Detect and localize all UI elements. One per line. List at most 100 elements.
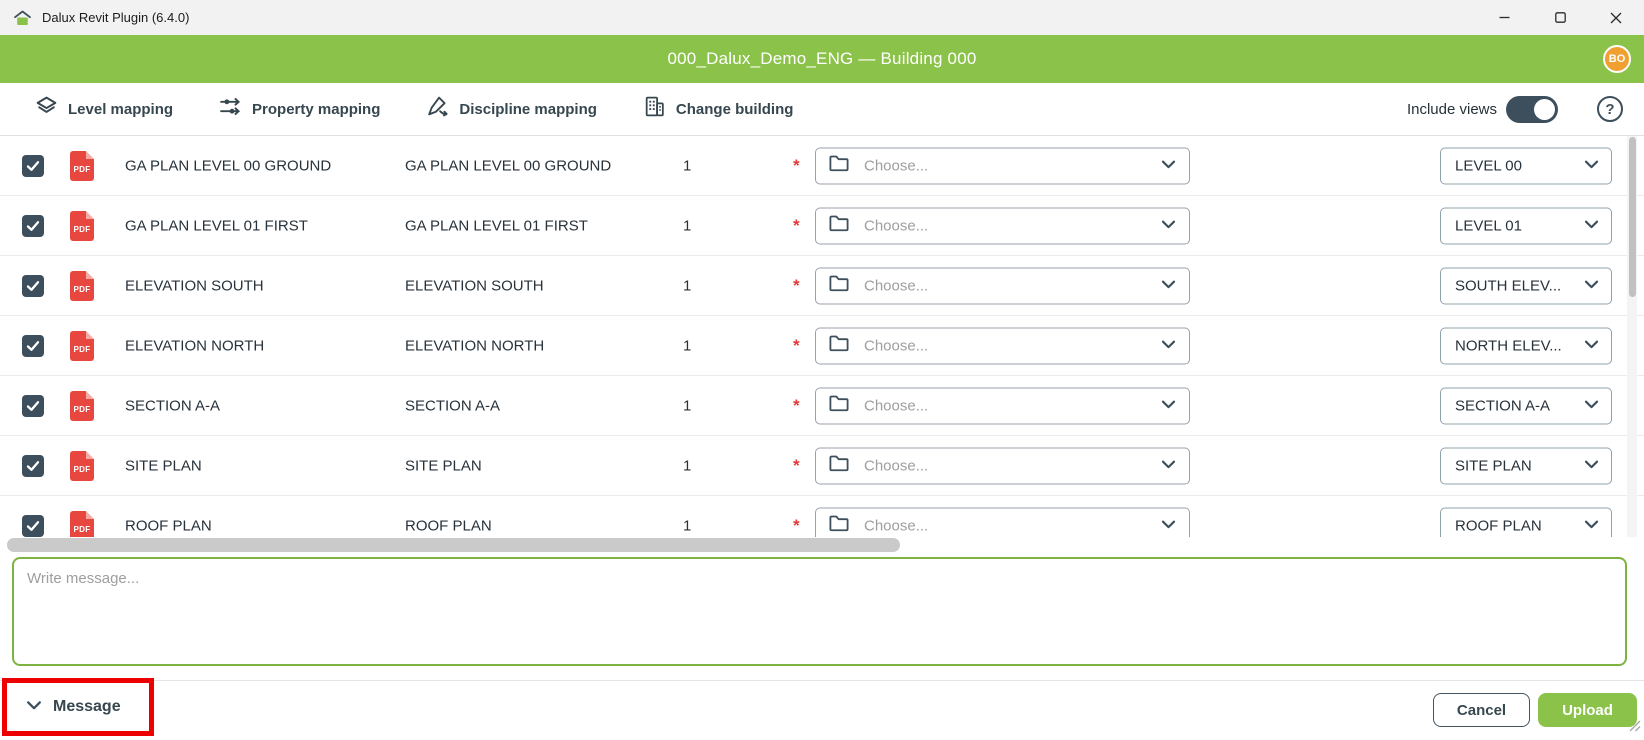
chevron-down-icon (1161, 397, 1176, 415)
resize-grip[interactable] (1629, 719, 1641, 737)
chevron-down-icon (1584, 217, 1599, 235)
sheet-name: GA PLAN LEVEL 00 GROUND (125, 157, 331, 174)
level-select[interactable]: NORTH ELEV... (1440, 327, 1612, 364)
sheet-count: 1 (683, 397, 691, 414)
row-checkbox[interactable] (22, 515, 44, 537)
folder-icon (828, 214, 850, 238)
level-mapping-label: Level mapping (68, 101, 173, 118)
cancel-button[interactable]: Cancel (1433, 693, 1530, 727)
folder-select-placeholder: Choose... (864, 457, 1161, 474)
folder-icon (828, 514, 850, 538)
table-row: PDF ELEVATION NORTH ELEVATION NORTH 1 * … (0, 316, 1644, 376)
folder-select[interactable]: Choose... (815, 447, 1190, 484)
discipline-mapping-label: Discipline mapping (459, 101, 597, 118)
horizontal-scrollbar-thumb[interactable] (7, 538, 900, 552)
toggle-knob (1534, 99, 1555, 120)
include-views-toggle[interactable] (1506, 96, 1558, 123)
folder-icon (828, 154, 850, 178)
sheet-name: ROOF PLAN (125, 517, 212, 534)
level-select[interactable]: ROOF PLAN (1440, 507, 1612, 537)
include-views-label: Include views (1407, 101, 1497, 118)
sheet-mapping-table: PDF GA PLAN LEVEL 00 GROUND GA PLAN LEVE… (0, 136, 1644, 537)
annotation-highlight: Message (2, 678, 154, 736)
sheet-title: SECTION A-A (405, 397, 500, 414)
chevron-down-icon (1161, 517, 1176, 535)
pdf-badge: PDF (70, 345, 94, 354)
pdf-badge: PDF (70, 165, 94, 174)
folder-select[interactable]: Choose... (815, 267, 1190, 304)
project-header: 000_Dalux_Demo_ENG — Building 000 BO (0, 35, 1644, 83)
folder-select[interactable]: Choose... (815, 387, 1190, 424)
chevron-down-icon (1161, 157, 1176, 175)
folder-select[interactable]: Choose... (815, 327, 1190, 364)
folder-select[interactable]: Choose... (815, 507, 1190, 537)
pdf-file-icon: PDF (70, 511, 94, 538)
sheet-name: GA PLAN LEVEL 01 FIRST (125, 217, 308, 234)
pdf-file-icon: PDF (70, 331, 94, 361)
pdf-fold-corner (86, 271, 94, 279)
window-titlebar: Dalux Revit Plugin (6.4.0) (0, 0, 1644, 35)
change-building-label: Change building (676, 101, 794, 118)
level-select[interactable]: LEVEL 01 (1440, 207, 1612, 244)
sheet-count: 1 (683, 517, 691, 534)
level-select-value: SOUTH ELEV... (1455, 277, 1584, 294)
row-checkbox[interactable] (22, 155, 44, 177)
project-title: 000_Dalux_Demo_ENG — Building 000 (668, 49, 977, 69)
row-checkbox[interactable] (22, 215, 44, 237)
chevron-down-icon (1584, 517, 1599, 535)
table-row: PDF SITE PLAN SITE PLAN 1 * Choose... SI… (0, 436, 1644, 496)
minimize-button[interactable] (1476, 0, 1532, 35)
pdf-fold-corner (86, 511, 94, 519)
row-checkbox[interactable] (22, 335, 44, 357)
folder-select[interactable]: Choose... (815, 207, 1190, 244)
folder-select[interactable]: Choose... (815, 147, 1190, 184)
table-row: PDF ROOF PLAN ROOF PLAN 1 * Choose... RO… (0, 496, 1644, 537)
pdf-badge: PDF (70, 285, 94, 294)
change-building-button[interactable]: Change building (642, 94, 794, 124)
message-input[interactable] (12, 557, 1627, 666)
level-select[interactable]: LEVEL 00 (1440, 147, 1612, 184)
sheet-title: GA PLAN LEVEL 01 FIRST (405, 217, 588, 234)
property-mapping-button[interactable]: Property mapping (218, 94, 380, 124)
level-select-value: SECTION A-A (1455, 397, 1584, 414)
level-mapping-button[interactable]: Level mapping (34, 94, 173, 124)
user-avatar[interactable]: BO (1603, 45, 1631, 73)
folder-select-placeholder: Choose... (864, 157, 1161, 174)
upload-button[interactable]: Upload (1538, 693, 1637, 727)
sheet-count: 1 (683, 277, 691, 294)
vertical-scrollbar[interactable] (1627, 136, 1637, 537)
sheet-count: 1 (683, 337, 691, 354)
sheet-title: ELEVATION NORTH (405, 337, 544, 354)
folder-icon (828, 274, 850, 298)
sheet-count: 1 (683, 457, 691, 474)
discipline-mapping-button[interactable]: Discipline mapping (425, 94, 597, 124)
pdf-file-icon: PDF (70, 151, 94, 181)
close-button[interactable] (1588, 0, 1644, 35)
pdf-file-icon: PDF (70, 451, 94, 481)
row-checkbox[interactable] (22, 275, 44, 297)
level-select[interactable]: SITE PLAN (1440, 447, 1612, 484)
required-asterisk: * (793, 156, 800, 176)
dalux-home-icon (13, 10, 32, 26)
row-checkbox[interactable] (22, 455, 44, 477)
folder-select-placeholder: Choose... (864, 217, 1161, 234)
help-icon[interactable]: ? (1597, 96, 1623, 122)
chevron-down-icon (1584, 157, 1599, 175)
sheet-name: ELEVATION NORTH (125, 337, 264, 354)
table-row: PDF GA PLAN LEVEL 01 FIRST GA PLAN LEVEL… (0, 196, 1644, 256)
maximize-button[interactable] (1532, 0, 1588, 35)
required-asterisk: * (793, 276, 800, 296)
chevron-down-icon (1161, 217, 1176, 235)
chevron-down-icon (1161, 277, 1176, 295)
window-title: Dalux Revit Plugin (6.4.0) (42, 10, 189, 25)
message-section-toggle[interactable]: Message (7, 698, 121, 716)
pdf-fold-corner (86, 391, 94, 399)
row-checkbox[interactable] (22, 395, 44, 417)
folder-icon (828, 454, 850, 478)
level-select[interactable]: SOUTH ELEV... (1440, 267, 1612, 304)
pdf-file-icon: PDF (70, 271, 94, 301)
level-select[interactable]: SECTION A-A (1440, 387, 1612, 424)
sliders-icon (218, 94, 243, 124)
pdf-badge: PDF (70, 405, 94, 414)
vertical-scrollbar-thumb[interactable] (1629, 137, 1636, 297)
